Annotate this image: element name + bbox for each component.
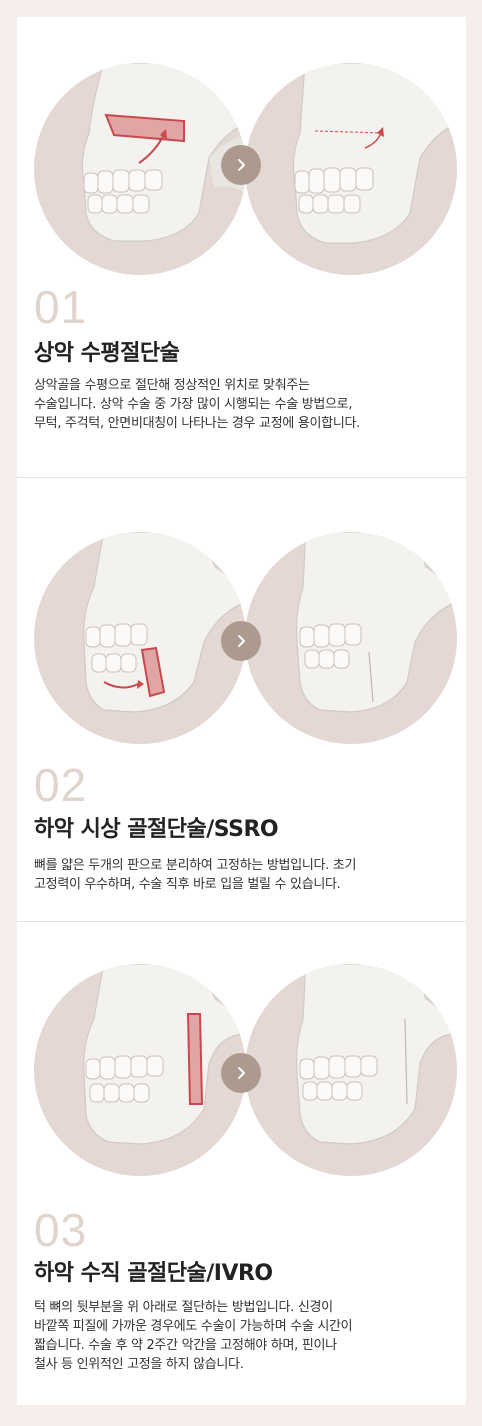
description-line: 짧습니다. 수술 후 약 2주간 악간을 고정해야 하며, 핀이나 xyxy=(34,1338,337,1353)
procedure-illustration-3 xyxy=(17,921,466,1176)
procedure-illustration-1 xyxy=(17,17,466,275)
chevron-right-icon xyxy=(238,159,245,171)
section-description: 턱 뼈의 뒷부분을 위 아래로 절단하는 방법입니다. 신경이 바깥쪽 피질에 … xyxy=(34,1298,454,1374)
chevron-right-icon xyxy=(238,1067,245,1079)
description-line: 철사 등 인위적인 고정을 하지 않습니다. xyxy=(34,1357,244,1372)
procedure-section-3: 03 하악 수직 골절단술/IVRO 턱 뼈의 뒷부분을 위 아래로 절단하는 … xyxy=(17,921,466,1405)
next-step-button[interactable] xyxy=(221,621,261,661)
section-description: 뼈를 얇은 두개의 판으로 분리하여 고정하는 방법입니다. 초기 고정력이 우… xyxy=(34,856,454,894)
skull-before-image xyxy=(34,532,246,744)
next-step-button[interactable] xyxy=(221,1053,261,1093)
description-line: 수술입니다. 상악 수술 중 가장 많이 시행되는 수술 방법으로, xyxy=(34,397,353,412)
section-number: 02 xyxy=(34,759,88,811)
skull-after-image xyxy=(245,63,457,275)
description-line: 고정력이 우수하며, 수술 직후 바로 입을 벌릴 수 있습니다. xyxy=(34,877,341,892)
content-card: 01 상악 수평절단술 상악골을 수평으로 절단해 정상적인 위치로 맞춰주는 … xyxy=(17,17,466,1405)
description-line: 바깥쪽 피질에 가까운 경우에도 수술이 가능하며 수술 시간이 xyxy=(34,1319,353,1334)
description-line: 상악골을 수평으로 절단해 정상적인 위치로 맞춰주는 xyxy=(34,378,310,393)
next-step-button[interactable] xyxy=(221,145,261,185)
section-number: 03 xyxy=(34,1204,88,1256)
skull-before-image xyxy=(34,63,246,275)
skull-before-image xyxy=(34,964,246,1176)
section-title: 하악 수직 골절단술/IVRO xyxy=(34,1261,273,1286)
chevron-right-icon xyxy=(238,635,245,647)
description-line: 턱 뼈의 뒷부분을 위 아래로 절단하는 방법입니다. 신경이 xyxy=(34,1300,333,1315)
section-title: 하악 시상 골절단술/SSRO xyxy=(34,817,279,842)
description-line: 무턱, 주걱턱, 안면비대칭이 나타나는 경우 교정에 용이합니다. xyxy=(34,416,360,431)
skull-after-image xyxy=(245,532,457,744)
section-title: 상악 수평절단술 xyxy=(34,341,180,366)
section-description: 상악골을 수평으로 절단해 정상적인 위치로 맞춰주는 수술입니다. 상악 수술… xyxy=(34,376,454,433)
description-line: 뼈를 얇은 두개의 판으로 분리하여 고정하는 방법입니다. 초기 xyxy=(34,858,357,873)
section-number: 01 xyxy=(34,281,88,333)
procedure-illustration-2 xyxy=(17,477,466,744)
procedure-section-2: 02 하악 시상 골절단술/SSRO 뼈를 얇은 두개의 판으로 분리하여 고정… xyxy=(17,477,466,921)
procedure-section-1: 01 상악 수평절단술 상악골을 수평으로 절단해 정상적인 위치로 맞춰주는 … xyxy=(17,17,466,477)
skull-after-image xyxy=(245,964,457,1176)
